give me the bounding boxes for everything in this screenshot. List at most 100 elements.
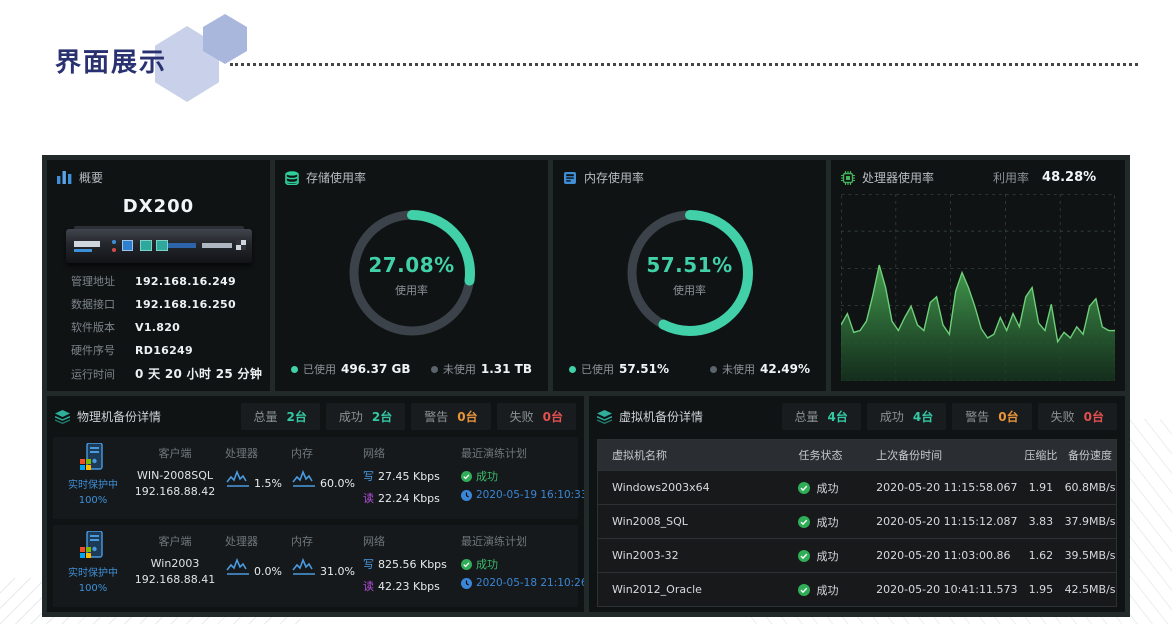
storage-free-legend: 未使用 1.31 TB (431, 361, 532, 377)
success-check-icon (798, 550, 810, 562)
vm-ratio: 1.91 (1018, 481, 1065, 494)
vm-panel-title: 虚拟机备份详情 (619, 408, 703, 425)
data-port-address: 192.168.16.250 (135, 298, 236, 311)
network-column-label: 网络 (363, 533, 461, 549)
vm-ratio: 1.62 (1018, 549, 1065, 562)
net-write-value: 27.45 Kbps (378, 470, 440, 483)
physical-machine-row[interactable]: 实时保护中 100% 客户端 Win2003 192.168.88.41 处理器 (53, 525, 578, 607)
panel-storage-usage: 存储使用率 27.08% 使用率 已使用 496.37 GB (275, 160, 548, 391)
physical-panel-title: 物理机备份详情 (77, 408, 161, 425)
windows-server-icon (80, 443, 106, 473)
plan-column-label: 最近演练计划 (461, 533, 584, 549)
uptime: 0 天 20 小时 25 分钟 (135, 365, 262, 382)
cpu-percent: 0.0% (254, 565, 282, 578)
sparkline-icon (291, 556, 317, 578)
realtime-protection-label: 实时保护中 (61, 566, 125, 581)
cpu-icon (841, 171, 855, 185)
device-front-text-blue (168, 243, 196, 248)
plan-status-text: 成功 (476, 468, 498, 484)
cpu-header-label: 处理器使用率 (862, 169, 934, 186)
client-name: Win2003 (125, 556, 225, 572)
net-read-icon: 读 (363, 492, 374, 505)
dotted-divider (230, 63, 1138, 66)
vm-stat-failed[interactable]: 失败0台 (1038, 403, 1117, 430)
vm-status-text: 成功 (816, 514, 838, 530)
memory-column-label: 内存 (291, 533, 363, 549)
plan-status-text: 成功 (476, 556, 498, 572)
memory-column-label: 内存 (291, 445, 363, 461)
vm-table-row[interactable]: Win2003-32 成功 2020-05-20 11:03:00.86 1.6… (598, 538, 1116, 572)
memory-header-label: 内存使用率 (584, 169, 644, 186)
cpu-rate-value: 48.28% (1042, 170, 1096, 185)
panel-overview: 概要 DX200 管理地址192.168.16.249 数据接口192.168.… (47, 160, 270, 391)
field-label: 管理地址 (71, 273, 135, 289)
storage-free-value: 1.31 TB (481, 362, 532, 376)
free-dot-icon (431, 366, 438, 373)
memory-chip-icon (563, 171, 577, 185)
physical-stat-warning[interactable]: 警告0台 (411, 403, 490, 430)
physical-stat-total[interactable]: 总量2台 (241, 403, 320, 430)
device-name: DX200 (47, 196, 270, 217)
field-label: 软件版本 (71, 319, 135, 335)
memory-free-value: 42.49% (760, 362, 810, 376)
cpu-rate-label: 利用率 (993, 169, 1029, 186)
storage-used-value: 496.37 GB (341, 362, 410, 376)
device-port-data2 (156, 240, 168, 251)
cpu-percent: 1.5% (254, 477, 282, 490)
layers-icon (55, 410, 70, 424)
success-check-icon (461, 471, 472, 482)
device-front-text-white (202, 243, 232, 248)
device-qr-code (236, 240, 246, 250)
panel-cpu-usage: 处理器使用率 利用率 48.28% (831, 160, 1125, 391)
vm-stat-total[interactable]: 总量4台 (782, 403, 861, 430)
overview-bars-icon (57, 171, 72, 184)
memory-used-legend: 已使用 57.51% (569, 361, 669, 377)
vm-speed: 42.5MB/s (1064, 583, 1116, 596)
vm-speed: 60.8MB/s (1064, 481, 1116, 494)
field-label: 硬件序号 (71, 342, 135, 358)
col-status: 任务状态 (784, 447, 862, 463)
device-led-red (112, 248, 116, 252)
net-write-icon: 写 (363, 558, 374, 571)
net-write-value: 825.56 Kbps (378, 558, 447, 571)
plan-column-label: 最近演练计划 (461, 445, 584, 461)
vm-name: Win2012_Oracle (598, 583, 784, 596)
vm-stat-success[interactable]: 成功4台 (867, 403, 946, 430)
memory-donut-chart: 57.51% 使用率 (615, 198, 765, 352)
sparkline-icon (291, 468, 317, 490)
vm-backup-time: 2020-05-20 10:41:11.573 (862, 583, 1017, 596)
vm-table-row[interactable]: Windows2003x64 成功 2020-05-20 11:15:58.06… (598, 470, 1116, 504)
vm-status-text: 成功 (816, 582, 838, 598)
client-column-label: 客户端 (125, 533, 225, 549)
management-address: 192.168.16.249 (135, 275, 236, 288)
vm-table-row[interactable]: Win2008_SQL 成功 2020-05-20 11:15:12.087 3… (598, 504, 1116, 538)
plan-time-text: 2020-05-18 21:10:26 (476, 577, 584, 589)
vm-backup-time: 2020-05-20 11:15:12.087 (862, 515, 1017, 528)
panel-memory-usage: 内存使用率 57.51% 使用率 已使用 57.51% (553, 160, 826, 391)
memory-free-legend: 未使用 42.49% (710, 361, 810, 377)
panel-vm-backup: 虚拟机备份详情 总量4台 成功4台 警告0台 失败0台 虚拟机名称 任务状态 上… (589, 396, 1125, 612)
memory-percent: 57.51% (646, 253, 732, 277)
dashboard: 概要 DX200 管理地址192.168.16.249 数据接口192.168.… (42, 155, 1130, 617)
overview-header-label: 概要 (79, 169, 103, 186)
physical-stat-failed[interactable]: 失败0台 (497, 403, 576, 430)
net-read-icon: 读 (363, 580, 374, 593)
vm-status-text: 成功 (816, 480, 838, 496)
physical-machine-row[interactable]: 实时保护中 100% 客户端 WIN-2008SQL 192.168.88.42… (53, 437, 578, 519)
vm-stat-warning[interactable]: 警告0台 (952, 403, 1031, 430)
vm-table: 虚拟机名称 任务状态 上次备份时间 压缩比 备份速度 Windows2003x6… (597, 439, 1117, 607)
col-ratio: 压缩比 (1018, 447, 1065, 463)
panel-physical-backup: 物理机备份详情 总量2台 成功2台 警告0台 失败0台 (47, 396, 584, 612)
vm-name: Win2008_SQL (598, 515, 784, 528)
device-port-data1 (140, 240, 152, 251)
memory-percent: 60.0% (320, 477, 355, 490)
physical-stat-success[interactable]: 成功2台 (326, 403, 405, 430)
storage-center-label: 使用率 (395, 282, 428, 298)
storage-used-legend: 已使用 496.37 GB (291, 361, 410, 377)
device-port-mgmt (122, 240, 133, 251)
plan-time-text: 2020-05-19 16:10:33 (476, 489, 584, 501)
vm-table-row[interactable]: Win2012_Oracle 成功 2020-05-20 10:41:11.57… (598, 572, 1116, 606)
cpu-column-label: 处理器 (225, 445, 291, 461)
protection-percent: 100% (61, 493, 125, 508)
memory-center-label: 使用率 (673, 282, 706, 298)
